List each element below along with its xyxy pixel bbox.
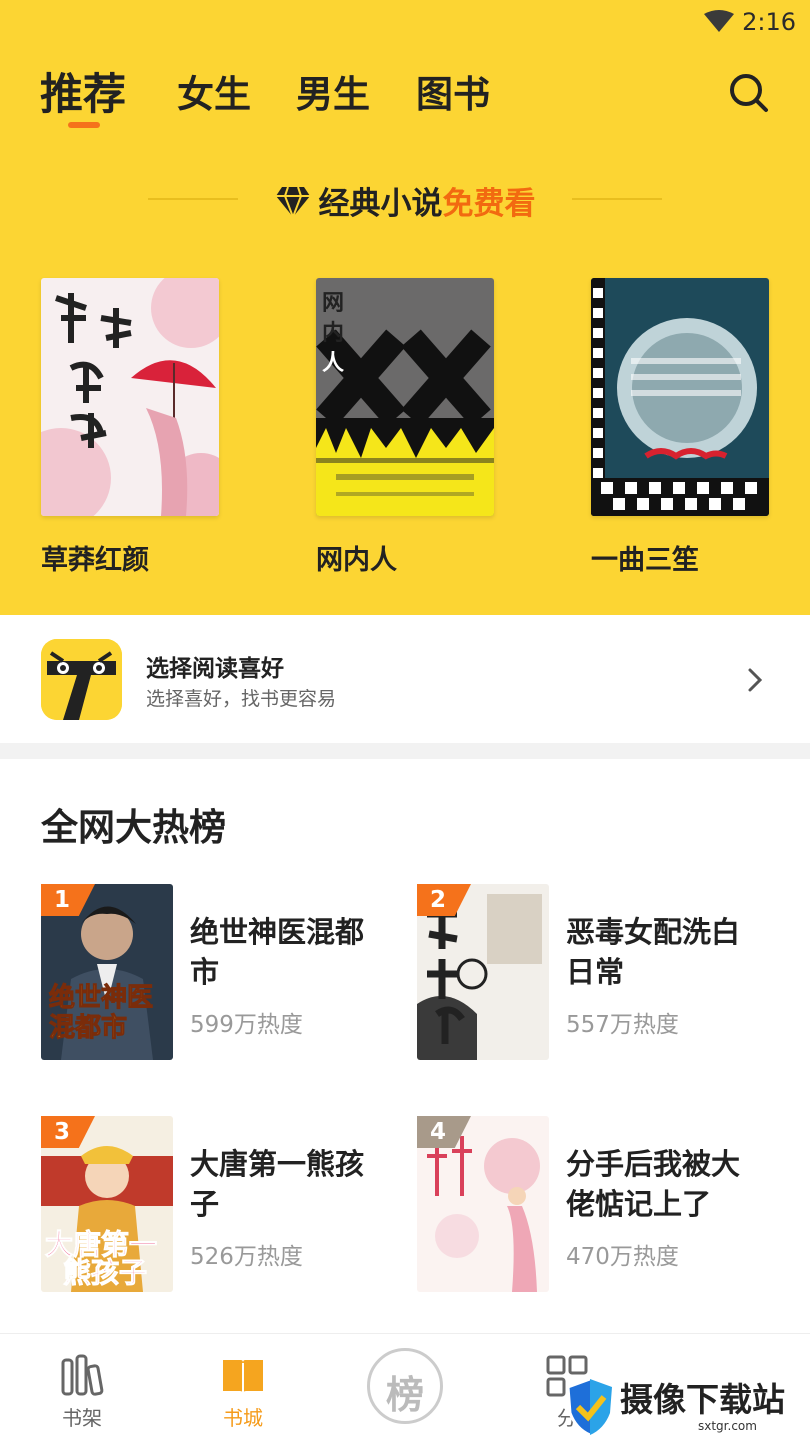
- watermark: 摄像下载站 sxtgr.com: [560, 1373, 810, 1440]
- book-title: 草莽红颜: [41, 545, 149, 576]
- ranking-heat: 526万热度: [190, 1244, 303, 1270]
- hot-list-title: 全网大热榜: [41, 806, 226, 849]
- svg-text:内: 内: [322, 321, 344, 346]
- ranking-book-name: 恶毒女配洗白日常: [566, 915, 741, 989]
- active-tab-indicator: [68, 122, 100, 128]
- status-time: 2:16: [742, 8, 796, 36]
- ranking-book-name: 分手后我被大佬惦记上了: [566, 1147, 741, 1221]
- watermark-url: sxtgr.com: [698, 1419, 757, 1433]
- book-title: 一曲三笙: [591, 545, 699, 576]
- book-cover: 网 内 人: [316, 278, 494, 516]
- book-cover: [41, 278, 219, 516]
- ranking-item[interactable]: 大唐第一 熊孩子 3 大唐第一熊孩子 526万热度: [41, 1116, 386, 1294]
- section-divider: [0, 743, 810, 759]
- preference-subtitle: 选择喜好，找书更容易: [146, 688, 337, 710]
- ranking-item[interactable]: 绝世神医 混都市 1 绝世神医混都市 599万热度: [41, 884, 386, 1062]
- nav-bookstore-label: 书城: [223, 1406, 263, 1430]
- watermark-text: 摄像下载站: [620, 1380, 785, 1419]
- book-cover: [591, 278, 769, 516]
- tab-recommend[interactable]: 推荐: [40, 60, 126, 122]
- chevron-right-icon: [748, 668, 763, 692]
- header-area: 2:16 推荐 女生 男生 图书 经典小说免费看 草莽红颜 网 内 人 网内人 …: [0, 0, 810, 615]
- ranking-heat: 557万热度: [566, 1012, 679, 1038]
- svg-text:熊孩子: 熊孩子: [63, 1256, 147, 1289]
- featured-book[interactable]: 草莽红颜: [41, 278, 219, 577]
- promo-highlight: 免费看: [442, 186, 536, 222]
- app-logo-icon: [41, 639, 122, 720]
- nav-bookshelf[interactable]: 书架: [32, 1334, 132, 1440]
- featured-book[interactable]: 网 内 人 网内人: [316, 278, 494, 577]
- nav-ranking-label: 榜: [385, 1373, 424, 1417]
- svg-text:人: 人: [322, 351, 344, 376]
- svg-text:绝世神医: 绝世神医: [49, 982, 153, 1013]
- ranking-heat: 470万热度: [566, 1244, 679, 1270]
- featured-book[interactable]: 一曲三笙: [591, 278, 769, 577]
- svg-text:混都市: 混都市: [49, 1012, 127, 1043]
- nav-bookshelf-label: 书架: [62, 1406, 102, 1430]
- nav-ranking-button[interactable]: 榜: [367, 1348, 443, 1424]
- reading-preference-entry[interactable]: 选择阅读喜好 选择喜好，找书更容易: [0, 615, 810, 743]
- status-bar: 2:16: [0, 0, 810, 44]
- book-title: 网内人: [316, 545, 397, 576]
- bookshelf-icon: [61, 1354, 104, 1396]
- ranking-book-name: 大唐第一熊孩子: [190, 1147, 365, 1221]
- tab-male[interactable]: 男生: [296, 64, 370, 118]
- search-icon[interactable]: [728, 72, 770, 114]
- book-open-icon: [223, 1360, 263, 1394]
- nav-bookstore[interactable]: 书城: [193, 1334, 293, 1440]
- ranking-heat: 599万热度: [190, 1012, 303, 1038]
- promo-banner: 经典小说免费看: [0, 178, 810, 223]
- ranking-book-name: 绝世神医混都市: [190, 915, 365, 989]
- shield-logo-icon: [566, 1377, 614, 1437]
- ranking-item[interactable]: 4 分手后我被大佬惦记上了 470万热度: [417, 1116, 762, 1294]
- preference-title: 选择阅读喜好: [146, 656, 284, 682]
- svg-text:网: 网: [322, 291, 344, 316]
- diamond-icon: [275, 186, 310, 219]
- ranking-item[interactable]: 2 恶毒女配洗白日常 557万热度: [417, 884, 762, 1062]
- wifi-icon: [704, 10, 734, 32]
- tab-books[interactable]: 图书: [416, 64, 490, 118]
- tab-female[interactable]: 女生: [177, 64, 251, 118]
- promo-text: 经典小说: [318, 186, 443, 222]
